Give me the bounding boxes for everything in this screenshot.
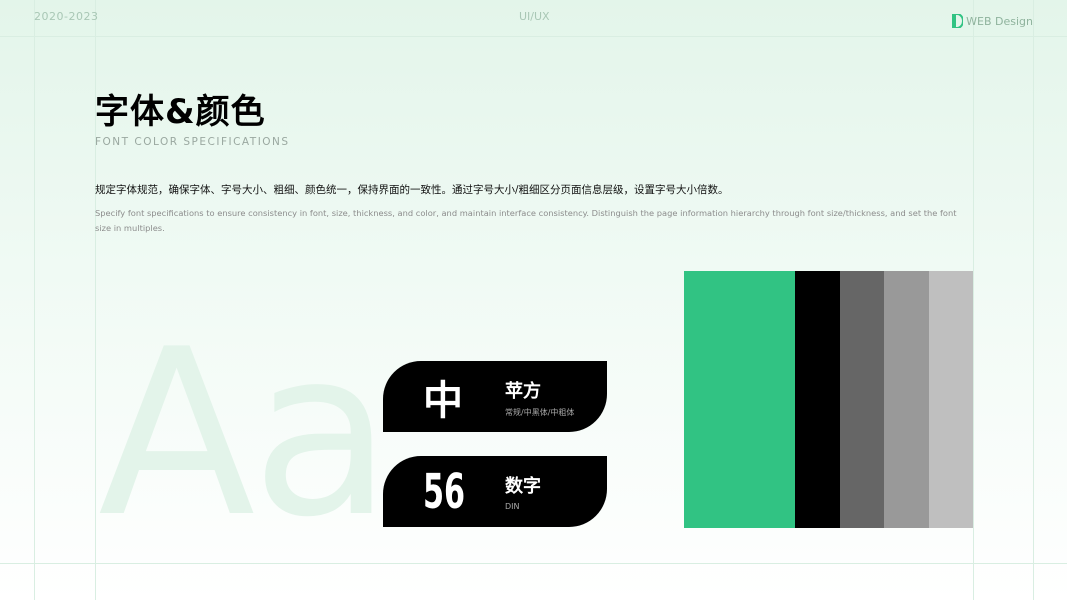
font-weights: DIN (505, 502, 520, 511)
guide-line (34, 0, 35, 600)
page-title: 字体&颜色 (95, 92, 266, 132)
guide-line (973, 0, 974, 600)
color-swatch-black (795, 271, 840, 528)
description-cn: 规定字体规范，确保字体、字号大小、粗细、颜色统一，保持界面的一致性。通过字号大小… (95, 184, 729, 196)
section-label: UI/UX (519, 10, 550, 23)
font-weights: 常规/中黑体/中粗体 (505, 408, 575, 417)
font-sample: 56 (423, 463, 466, 520)
color-swatch-primary (684, 271, 795, 528)
font-name: 苹方 (505, 381, 541, 402)
page-subtitle: FONT COLOR SPECIFICATIONS (95, 136, 290, 148)
year-range: 2020-2023 (34, 10, 99, 23)
color-palette (684, 271, 973, 528)
brand-name: WEB Design (966, 14, 1033, 28)
font-name: 数字 (505, 476, 541, 497)
font-card-number: 56 数字 DIN (383, 456, 607, 527)
color-swatch-dark-gray (839, 271, 884, 528)
brand-logo-icon (952, 14, 964, 28)
color-swatch-light-gray (928, 271, 973, 528)
brand: WEB Design (952, 14, 1033, 28)
watermark-text: Aa (98, 301, 392, 568)
description-en: Specify font specifications to ensure co… (95, 208, 957, 233)
font-card-pingfang: 中 苹方 常规/中黑体/中粗体 (383, 361, 607, 432)
guide-line (1033, 0, 1034, 600)
color-swatch-gray (884, 271, 929, 528)
font-sample: 中 (423, 377, 463, 424)
guide-line (0, 36, 1067, 37)
